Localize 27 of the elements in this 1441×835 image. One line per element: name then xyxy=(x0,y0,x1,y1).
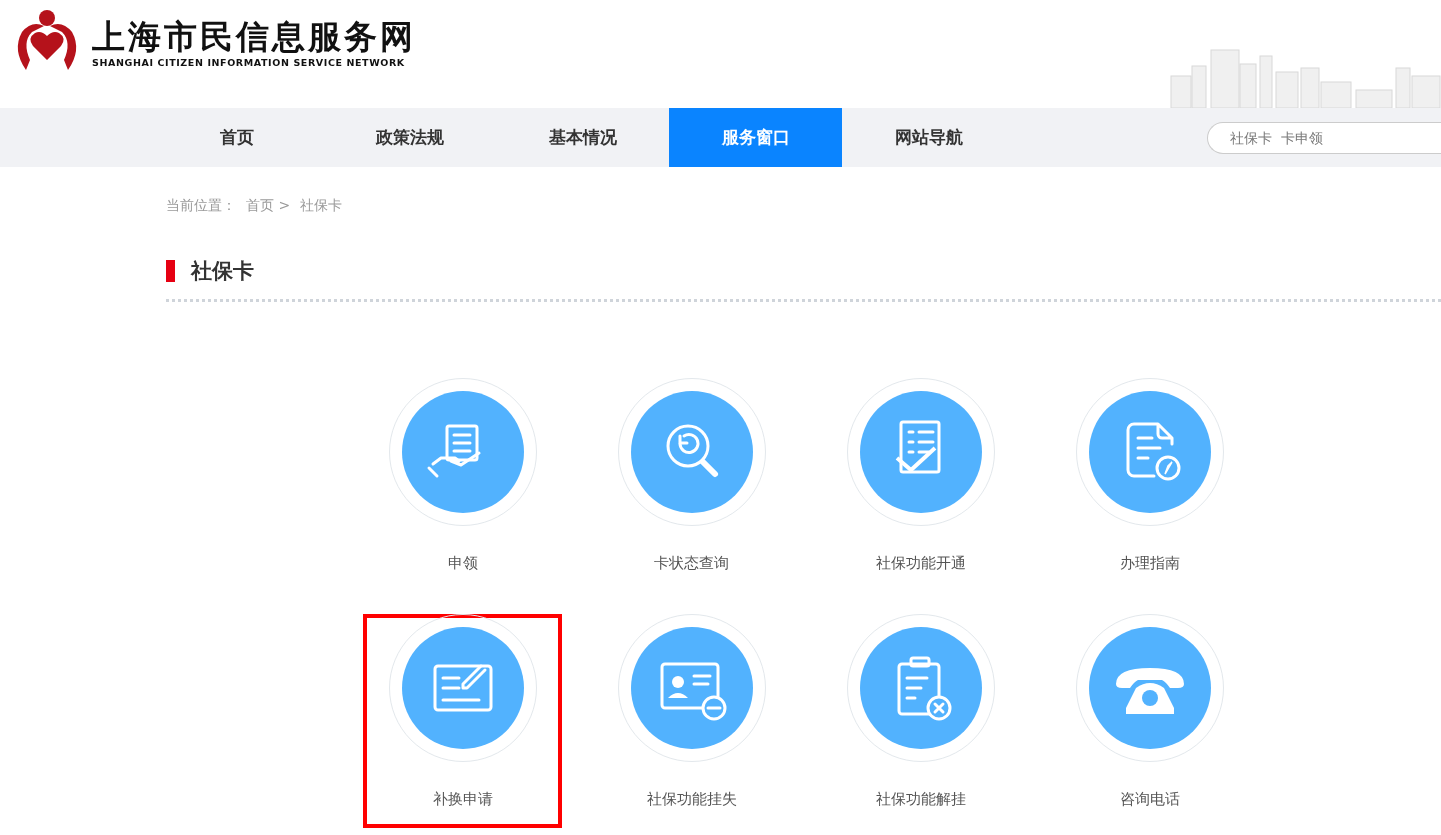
service-icon xyxy=(859,627,982,749)
service-label[interactable]: 补换申请 xyxy=(432,790,493,809)
service-label[interactable]: 卡状态查询 xyxy=(654,554,729,573)
breadcrumb-label: 当前位置： xyxy=(166,197,236,215)
service-label[interactable]: 咨询电话 xyxy=(1119,790,1180,809)
search-field[interactable]: 社保卡 卡申领 xyxy=(1207,121,1441,154)
site-title: 上海市民信息服务网 xyxy=(92,16,416,57)
nav-tab[interactable]: 基本情况 xyxy=(496,108,669,167)
nav-tab[interactable]: 政策法规 xyxy=(323,108,496,167)
service-icon xyxy=(401,627,524,749)
service-icon xyxy=(1088,391,1211,513)
site-subtitle: SHANGHAI CITIZEN INFORMATION SERVICE NETWORK xyxy=(92,56,406,68)
service-label[interactable]: 社保功能解挂 xyxy=(875,790,966,809)
service-icon xyxy=(630,627,753,749)
nav-tab[interactable]: 首页 xyxy=(150,108,323,167)
service-icon xyxy=(859,391,982,513)
service-label[interactable]: 申领 xyxy=(447,554,478,573)
service-icon xyxy=(1088,627,1211,749)
service-label[interactable]: 社保功能挂失 xyxy=(646,790,737,809)
service-label[interactable]: 办理指南 xyxy=(1119,554,1180,573)
service-icon xyxy=(401,391,524,513)
title-marker xyxy=(166,260,175,282)
section-title: 社保卡 xyxy=(191,258,254,285)
nav-tab[interactable]: 网站导航 xyxy=(842,108,1015,167)
service-icon xyxy=(630,391,753,513)
service-label[interactable]: 社保功能开通 xyxy=(875,554,966,573)
nav-tab[interactable]: 服务窗口 xyxy=(669,108,842,167)
